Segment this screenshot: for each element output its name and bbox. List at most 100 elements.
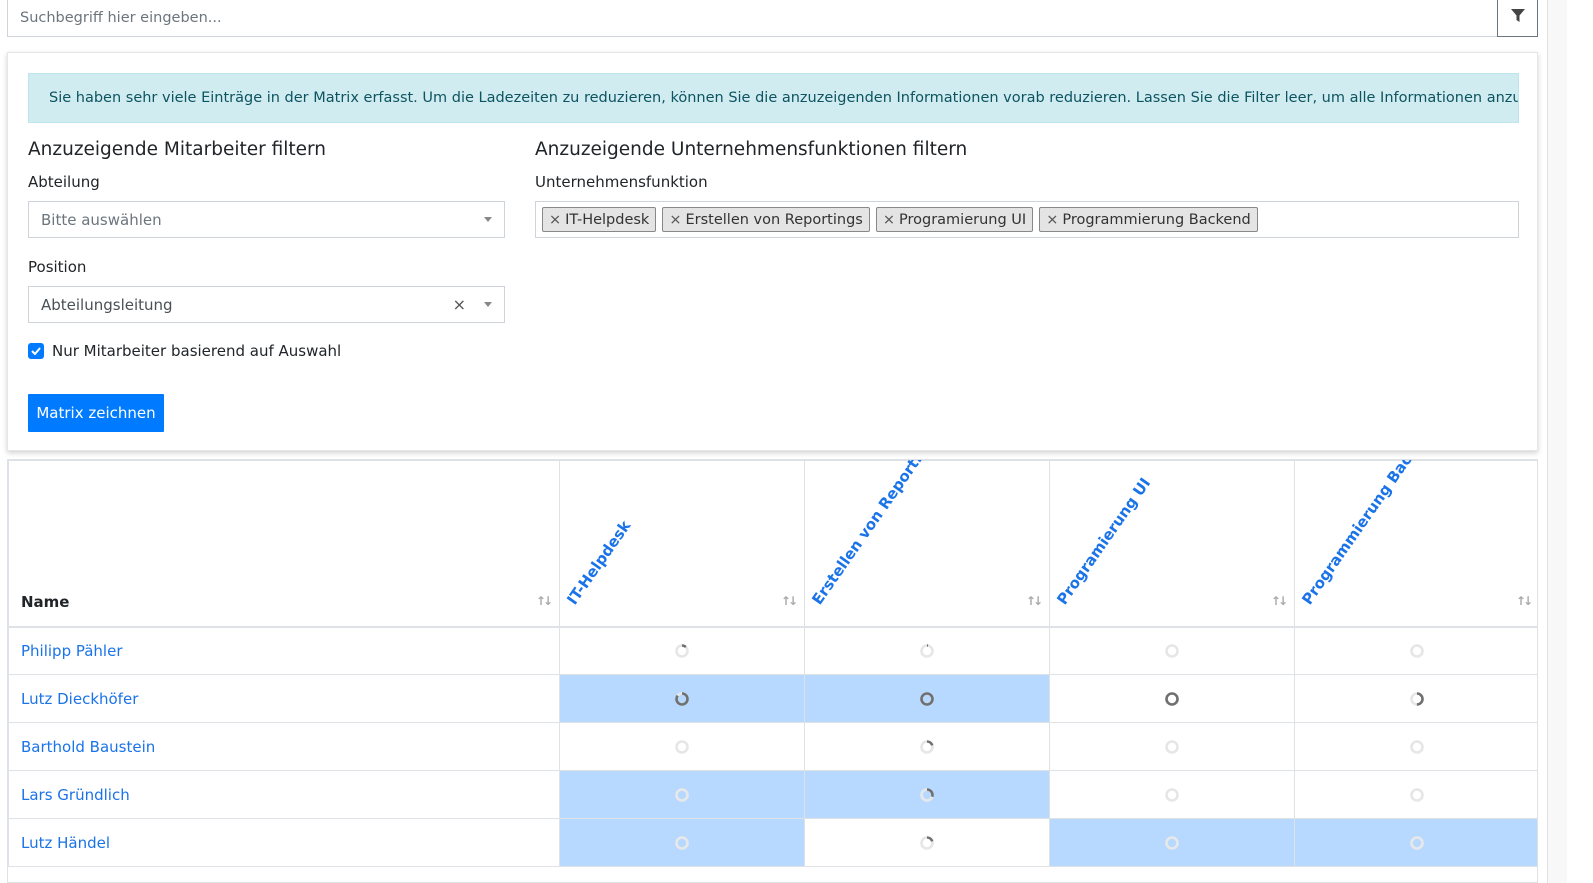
department-select[interactable]: Bitte auswählen <box>28 201 505 238</box>
only-selected-employees-checkbox[interactable] <box>28 343 44 359</box>
draw-matrix-button[interactable]: Matrix zeichnen <box>28 394 164 432</box>
progress-ring-icon <box>675 788 689 802</box>
function-tag: × Erstellen von Reportings <box>662 207 870 232</box>
function-column-label[interactable]: IT-Helpdesk <box>563 517 634 608</box>
progress-ring-icon <box>1165 692 1179 706</box>
department-placeholder: Bitte auswählen <box>41 210 162 229</box>
function-tag: × IT-Helpdesk <box>542 207 657 232</box>
progress-ring-icon <box>920 836 934 850</box>
progress-ring-icon <box>1410 740 1424 754</box>
progress-ring-icon <box>920 788 934 802</box>
matrix-cell[interactable] <box>804 818 1050 867</box>
remove-tag-icon[interactable]: × <box>883 212 895 228</box>
matrix-cell[interactable] <box>1294 770 1537 819</box>
matrix-cell[interactable] <box>559 674 805 723</box>
remove-tag-icon[interactable]: × <box>549 212 561 228</box>
sort-icon[interactable]: ↑↓ <box>1026 594 1043 608</box>
chevron-down-icon <box>484 217 492 222</box>
info-alert: Sie haben sehr viele Einträge in der Mat… <box>28 73 1519 123</box>
matrix-cell[interactable] <box>804 722 1050 771</box>
search-bar <box>7 0 1538 37</box>
filter-button[interactable] <box>1497 0 1538 37</box>
progress-ring-icon <box>1165 740 1179 754</box>
matrix-cell[interactable] <box>804 674 1050 723</box>
progress-ring-icon <box>920 740 934 754</box>
matrix-row: Lutz Händel <box>8 818 1537 867</box>
progress-ring-icon <box>1165 788 1179 802</box>
employee-name-link[interactable]: Lars Gründlich <box>8 770 560 819</box>
function-tag-label: Erstellen von Reportings <box>685 211 863 228</box>
matrix-body: Philipp Pähler Lutz Dieckhöfer Barthold Ba… <box>8 626 1537 867</box>
remove-tag-icon[interactable]: × <box>1046 212 1058 228</box>
sort-icon[interactable]: ↑↓ <box>536 594 553 608</box>
column-header-function[interactable]: Programmierung Backe... ↑↓ <box>1294 460 1537 628</box>
function-tag-label: Programmierung Backend <box>1062 211 1251 228</box>
progress-ring-icon <box>1410 788 1424 802</box>
matrix-cell[interactable] <box>1294 722 1537 771</box>
functions-label: Unternehmensfunktion <box>535 173 708 191</box>
functions-multiselect[interactable]: × IT-Helpdesk × Erstellen von Reportings… <box>535 201 1519 238</box>
matrix-cell[interactable] <box>1294 818 1537 867</box>
progress-ring-icon <box>1410 692 1424 706</box>
employees-filter-heading: Anzuzeigende Mitarbeiter filtern <box>28 139 327 160</box>
column-header-function[interactable]: Erstellen von Report... ↑↓ <box>804 460 1050 628</box>
matrix-cell[interactable] <box>1294 674 1537 723</box>
functions-filter-heading: Anzuzeigende Unternehmensfunktionen filt… <box>535 139 968 160</box>
scrollbar-track[interactable] <box>1547 0 1567 883</box>
matrix-cell[interactable] <box>1049 818 1295 867</box>
progress-ring-icon <box>1165 836 1179 850</box>
matrix-cell[interactable] <box>804 626 1050 675</box>
matrix-cell[interactable] <box>1294 626 1537 675</box>
matrix-cell[interactable] <box>1049 674 1295 723</box>
remove-tag-icon[interactable]: × <box>669 212 681 228</box>
matrix-cell[interactable] <box>559 722 805 771</box>
progress-ring-icon <box>1410 836 1424 850</box>
column-header-function[interactable]: IT-Helpdesk ↑↓ <box>559 460 805 628</box>
progress-ring-icon <box>920 692 934 706</box>
progress-ring-icon <box>675 692 689 706</box>
name-header-label: Name <box>21 592 70 611</box>
progress-ring-icon <box>675 836 689 850</box>
progress-ring-icon <box>675 740 689 754</box>
department-label: Abteilung <box>28 173 100 191</box>
matrix-row: Lars Gründlich <box>8 770 1537 819</box>
employee-name-link[interactable]: Lutz Dieckhöfer <box>8 674 560 723</box>
progress-ring-icon <box>920 644 934 659</box>
search-input[interactable] <box>7 0 1497 37</box>
employee-name-link[interactable]: Philipp Pähler <box>8 626 560 675</box>
sort-icon[interactable]: ↑↓ <box>1271 594 1288 608</box>
column-header-function[interactable]: Programierung UI ↑↓ <box>1049 460 1295 628</box>
matrix-cell[interactable] <box>1049 770 1295 819</box>
employee-name-link[interactable]: Barthold Baustein <box>8 722 560 771</box>
function-tag: × Programmierung Backend <box>1039 207 1258 232</box>
function-column-label[interactable]: Erstellen von Report... <box>808 460 932 608</box>
position-select[interactable]: Abteilungsleitung × <box>28 286 505 323</box>
matrix-row: Barthold Baustein <box>8 722 1537 771</box>
matrix-cell[interactable] <box>559 626 805 675</box>
skill-matrix: Name ↑↓ IT-Helpdesk ↑↓ Erstellen von Rep… <box>7 459 1538 883</box>
function-column-label[interactable]: Programmierung Backe... <box>1298 460 1436 608</box>
chevron-down-icon <box>484 302 492 307</box>
function-tag-label: IT-Helpdesk <box>565 211 650 228</box>
position-label: Position <box>28 258 87 276</box>
clear-selection-icon[interactable]: × <box>453 296 466 313</box>
progress-ring-icon <box>1410 644 1424 659</box>
only-selected-employees-label: Nur Mitarbeiter basierend auf Auswahl <box>52 342 342 360</box>
matrix-header-row: Name ↑↓ IT-Helpdesk ↑↓ Erstellen von Rep… <box>8 460 1537 628</box>
sort-icon[interactable]: ↑↓ <box>1516 594 1533 608</box>
only-selected-employees-row: Nur Mitarbeiter basierend auf Auswahl <box>28 342 341 360</box>
employee-name-link[interactable]: Lutz Händel <box>8 818 560 867</box>
function-column-label[interactable]: Programierung UI <box>1053 474 1154 608</box>
matrix-cell[interactable] <box>804 770 1050 819</box>
progress-ring-icon <box>1165 644 1179 659</box>
matrix-cell[interactable] <box>1049 722 1295 771</box>
matrix-cell[interactable] <box>1049 626 1295 675</box>
position-value: Abteilungsleitung <box>41 295 173 314</box>
matrix-row: Lutz Dieckhöfer <box>8 674 1537 723</box>
matrix-cell[interactable] <box>559 770 805 819</box>
matrix-table: Name ↑↓ IT-Helpdesk ↑↓ Erstellen von Rep… <box>8 460 1537 867</box>
column-header-name[interactable]: Name ↑↓ <box>8 460 560 628</box>
sort-icon[interactable]: ↑↓ <box>781 594 798 608</box>
function-tag-label: Programierung UI <box>899 211 1027 228</box>
matrix-cell[interactable] <box>559 818 805 867</box>
